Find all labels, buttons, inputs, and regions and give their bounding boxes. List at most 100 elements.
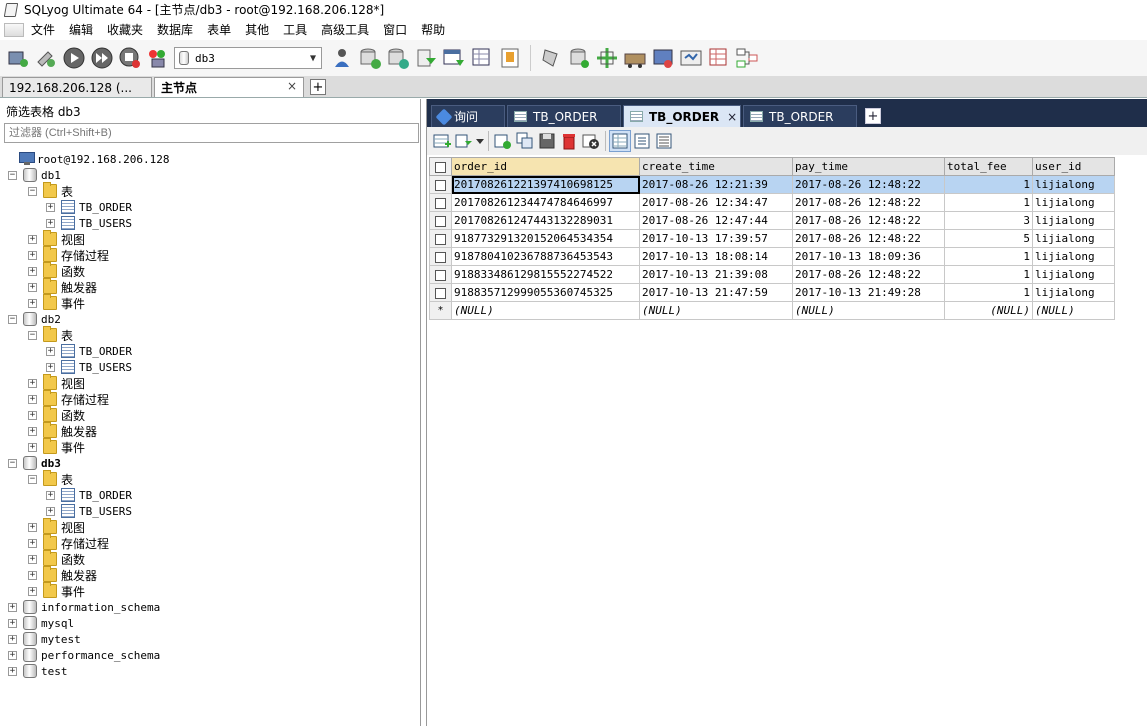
collapse-icon[interactable]: − (28, 474, 37, 484)
expand-icon[interactable]: + (28, 266, 37, 276)
checkbox-icon[interactable] (435, 251, 446, 263)
select-all-checkbox[interactable] (429, 157, 452, 176)
tree-folder[interactable]: + 视图 (0, 518, 421, 535)
row-checkbox[interactable] (429, 175, 452, 194)
checkbox-icon[interactable] (435, 215, 446, 227)
chevron-down-icon[interactable]: ▼ (305, 53, 321, 64)
user-manager-icon[interactable] (328, 44, 356, 72)
row-checkbox[interactable] (429, 265, 452, 284)
restore-db-icon[interactable] (384, 44, 412, 72)
table-diagnostics-icon[interactable] (705, 44, 733, 72)
cell-order-id[interactable]: 201708261247443132289031 (451, 211, 640, 230)
cell-order-id[interactable]: 918773291320152064534354 (451, 229, 640, 248)
row-checkbox[interactable] (429, 193, 452, 212)
menu-advanced-tools[interactable]: 高级工具 (314, 21, 376, 38)
add-row-icon[interactable] (492, 130, 514, 152)
schema-designer-diagram-icon[interactable] (733, 44, 761, 72)
tree-database-mysql[interactable]: + mysql (0, 615, 421, 631)
filter-input[interactable] (4, 123, 419, 143)
cell-pay-time[interactable]: 2017-08-26 12:48:22 (792, 211, 945, 230)
tab-tb-order-2[interactable]: TB_ORDER × (623, 105, 741, 127)
cell-user-id[interactable]: lijialong (1032, 175, 1115, 194)
checkbox-icon[interactable] (435, 179, 446, 191)
checkbox-icon[interactable] (435, 287, 446, 299)
tree-folder[interactable]: + 视图 (0, 230, 421, 247)
tree-database-information-schema[interactable]: + information_schema (0, 599, 421, 615)
checkbox-icon[interactable] (435, 197, 446, 209)
cell-user-id-null[interactable]: (NULL) (1032, 301, 1115, 320)
expand-icon[interactable]: + (8, 602, 17, 612)
expand-icon[interactable]: + (28, 426, 37, 436)
cell-pay-time[interactable]: 2017-10-13 18:09:36 (792, 247, 945, 266)
tree-database-db2[interactable]: − db2 (0, 311, 421, 327)
cell-create-time[interactable]: 2017-08-26 12:34:47 (639, 193, 793, 212)
column-header-create-time[interactable]: create_time (639, 157, 793, 176)
column-header-total-fee[interactable]: total_fee (944, 157, 1033, 176)
new-connection-icon[interactable] (4, 44, 32, 72)
expand-icon[interactable]: + (28, 250, 37, 260)
tree-folder[interactable]: + 视图 (0, 374, 421, 391)
collapse-icon[interactable]: − (8, 314, 17, 324)
checkbox-icon[interactable] (435, 233, 446, 245)
expand-icon[interactable]: + (46, 346, 55, 356)
sql-scheduler-icon[interactable] (677, 44, 705, 72)
add-tab-icon[interactable]: + (865, 108, 881, 124)
tree-table-tb-users[interactable]: + TB_USERS (0, 215, 421, 231)
cell-order-id[interactable]: 918780410236788736453543 (451, 247, 640, 266)
checkbox-icon[interactable] (435, 269, 446, 281)
expand-icon[interactable]: + (28, 586, 37, 596)
cell-create-time[interactable]: 2017-10-13 21:47:59 (639, 283, 793, 302)
close-icon[interactable]: × (727, 110, 737, 124)
tab-tb-order-3[interactable]: TB_ORDER (743, 105, 857, 127)
cell-user-id[interactable]: lijialong (1032, 265, 1115, 284)
tree-table-tb-order[interactable]: + TB_ORDER (0, 199, 421, 215)
cell-order-id-null[interactable]: (NULL) (451, 301, 640, 320)
cell-pay-time-null[interactable]: (NULL) (792, 301, 945, 320)
expand-icon[interactable]: + (28, 298, 37, 308)
tree-database-performance-schema[interactable]: + performance_schema (0, 647, 421, 663)
cell-order-id[interactable]: 918833486129815552274522 (451, 265, 640, 284)
delete-row-icon[interactable] (558, 130, 580, 152)
duplicate-row-icon[interactable] (514, 130, 536, 152)
tree-folder[interactable]: + 存储过程 (0, 534, 421, 551)
expand-icon[interactable]: + (8, 634, 17, 644)
cell-total-fee[interactable]: 1 (944, 175, 1033, 194)
expand-icon[interactable]: + (28, 410, 37, 420)
connection-tab-1[interactable]: 192.168.206.128 (... (2, 77, 152, 97)
tree-folder[interactable]: + 触发器 (0, 278, 421, 295)
cell-order-id[interactable]: 918835712999055360745325 (451, 283, 640, 302)
migration-toolkit-icon[interactable] (621, 44, 649, 72)
expand-icon[interactable]: + (8, 618, 17, 628)
expand-icon[interactable]: + (28, 522, 37, 532)
cell-total-fee[interactable]: 3 (944, 211, 1033, 230)
close-icon[interactable]: × (287, 79, 297, 93)
tree-table-tb-users[interactable]: + TB_USERS (0, 503, 421, 519)
tree-folder[interactable]: + 函数 (0, 406, 421, 423)
row-checkbox[interactable] (429, 211, 452, 230)
column-header-order-id[interactable]: order_id (451, 157, 640, 176)
menu-database[interactable]: 数据库 (150, 21, 200, 38)
add-connection-tab-icon[interactable]: + (310, 79, 326, 95)
table-row[interactable]: 918780410236788736453543 2017-10-13 18:08… (429, 247, 1115, 266)
cell-pay-time[interactable]: 2017-08-26 12:48:22 (792, 265, 945, 284)
tree-folder[interactable]: + 函数 (0, 262, 421, 279)
cell-user-id[interactable]: lijialong (1032, 211, 1115, 230)
copy-table-icon[interactable] (440, 44, 468, 72)
cell-user-id[interactable]: lijialong (1032, 193, 1115, 212)
expand-icon[interactable]: + (8, 650, 17, 660)
row-checkbox[interactable] (429, 229, 452, 248)
expand-icon[interactable]: + (46, 362, 55, 372)
menu-edit[interactable]: 编辑 (62, 21, 100, 38)
tree-root-connection[interactable]: root@192.168.206.128 (0, 151, 421, 167)
chevron-down-icon[interactable] (475, 130, 485, 152)
menu-others[interactable]: 其他 (238, 21, 276, 38)
tree-folder-tables[interactable]: − 表 (0, 470, 421, 487)
tree-database-mytest[interactable]: + mytest (0, 631, 421, 647)
menu-tools[interactable]: 工具 (276, 21, 314, 38)
row-checkbox[interactable] (429, 283, 452, 302)
cell-pay-time[interactable]: 2017-08-26 12:48:22 (792, 229, 945, 248)
tree-folder[interactable]: + 存储过程 (0, 246, 421, 263)
cell-create-time[interactable]: 2017-10-13 21:39:08 (639, 265, 793, 284)
cell-total-fee-null[interactable]: (NULL) (944, 301, 1033, 320)
expand-icon[interactable]: + (28, 538, 37, 548)
